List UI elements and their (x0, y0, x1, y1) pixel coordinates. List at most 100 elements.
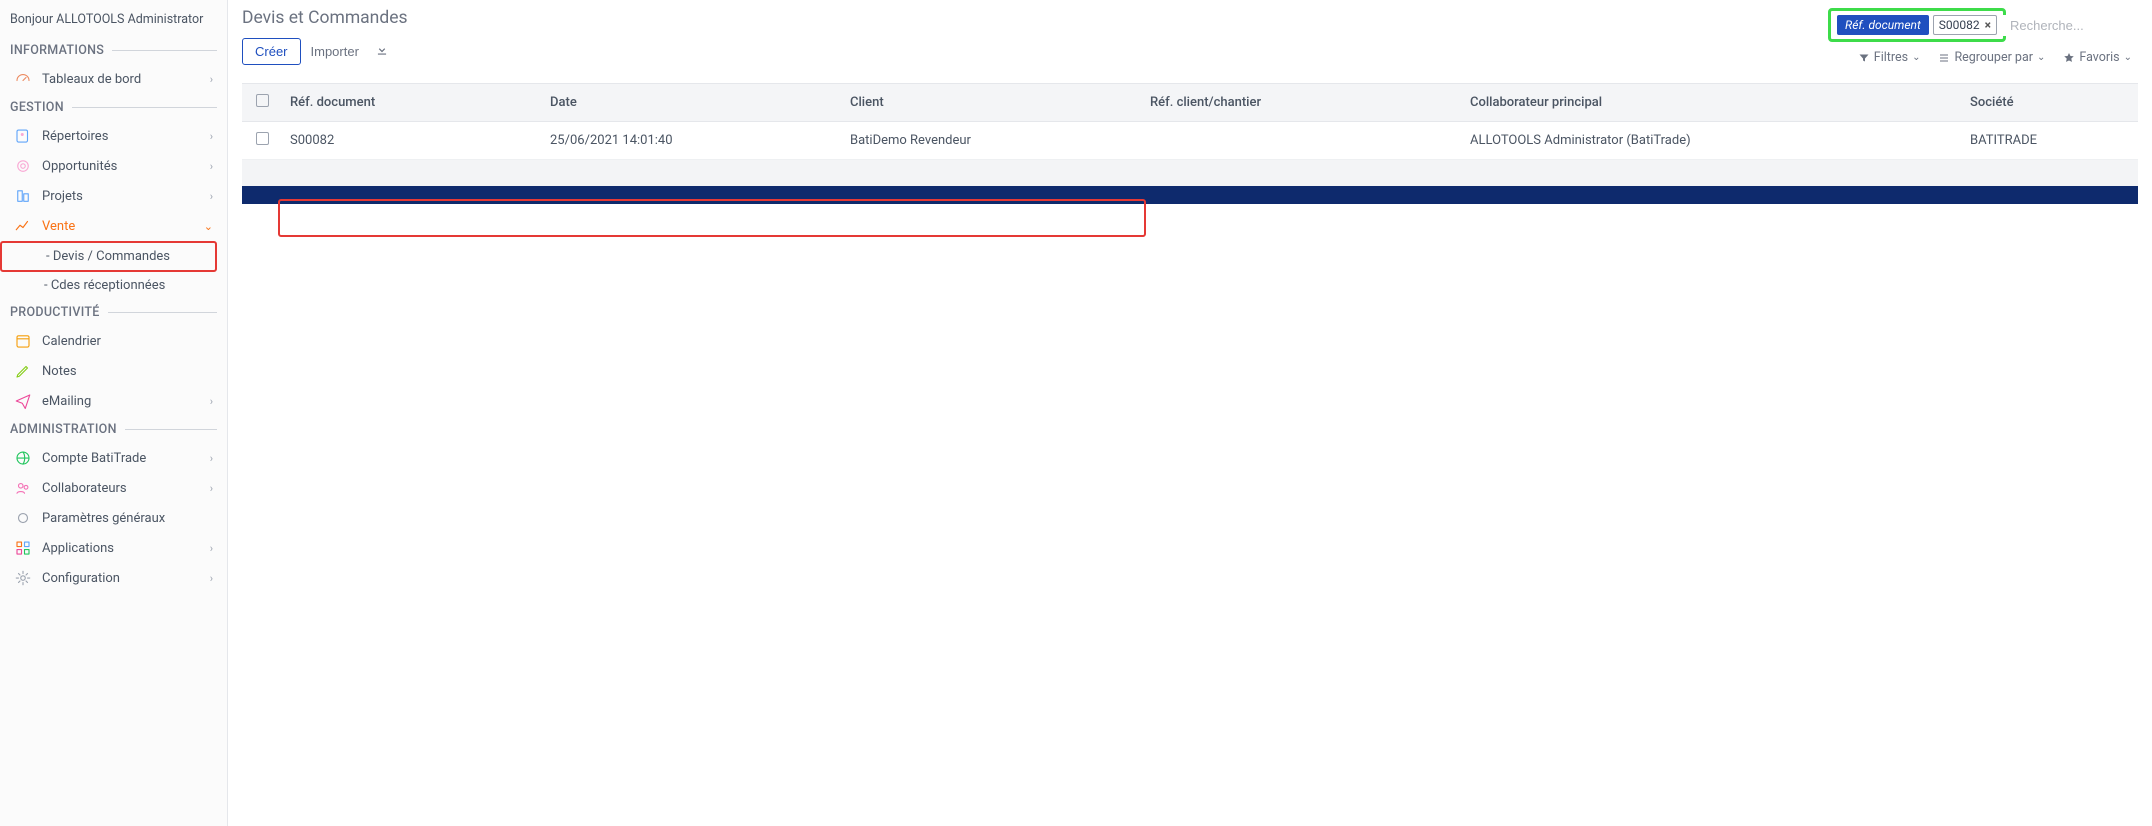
cell-client: BatiDemo Revendeur (842, 122, 1142, 160)
groupby-button[interactable]: Regrouper par ⌄ (1938, 50, 2045, 65)
list-spacer (242, 160, 2138, 186)
sidebar-item-repertoires[interactable]: Répertoires › (0, 121, 227, 151)
chevron-right-icon: › (210, 190, 213, 203)
sidebar-item-label: Vente (42, 219, 194, 234)
download-icon (375, 43, 389, 57)
chevron-right-icon: › (210, 482, 213, 495)
chevron-down-icon: ⌄ (1912, 52, 1920, 63)
pencil-icon (14, 362, 32, 380)
page-title: Devis et Commandes (242, 8, 408, 28)
list-footer-bar (242, 186, 2138, 204)
sidebar-item-label: Paramètres généraux (42, 511, 213, 526)
sidebar-subitem-devis-commandes[interactable]: - Devis / Commandes (0, 241, 217, 272)
cell-date: 25/06/2021 14:01:40 (542, 122, 842, 160)
greeting: Bonjour ALLOTOOLS Administrator (0, 8, 227, 37)
sidebar-item-label: Applications (42, 541, 200, 556)
favorites-button[interactable]: Favoris ⌄ (2063, 50, 2132, 65)
sidebar-item-opportunites[interactable]: Opportunités › (0, 151, 227, 181)
filter-label: Regrouper par (1954, 50, 2033, 65)
topbar-left: Devis et Commandes Créer Importer (242, 8, 408, 65)
col-header-collab[interactable]: Collaborateur principal (1462, 84, 1962, 122)
sidebar-item-calendrier[interactable]: Calendrier (0, 326, 227, 356)
settings-icon (14, 569, 32, 587)
chevron-right-icon: › (210, 130, 213, 143)
search-input[interactable] (1998, 15, 2138, 36)
apps-icon (14, 539, 32, 557)
create-button[interactable]: Créer (242, 38, 301, 65)
main-content: Devis et Commandes Créer Importer Réf. d… (228, 0, 2152, 826)
sidebar-item-label: Collaborateurs (42, 481, 200, 496)
filter-label: Filtres (1874, 50, 1908, 65)
cell-collab: ALLOTOOLS Administrator (BatiTrade) (1462, 122, 1962, 160)
table-header-row: Réf. document Date Client Réf. client/ch… (242, 84, 2138, 122)
globe-icon (14, 449, 32, 467)
funnel-icon (1858, 52, 1870, 64)
sidebar-item-notes[interactable]: Notes (0, 356, 227, 386)
search-filter-value: S00082 (1939, 18, 1980, 32)
chart-icon (14, 217, 32, 235)
section-informations: INFORMATIONS (0, 37, 227, 64)
cell-ref: S00082 (282, 122, 542, 160)
sidebar-item-parametres[interactable]: Paramètres généraux (0, 503, 227, 533)
sidebar-item-label: Projets (42, 189, 200, 204)
star-icon (2063, 52, 2075, 64)
sidebar-item-vente[interactable]: Vente ⌄ (0, 211, 227, 241)
sidebar-item-configuration[interactable]: Configuration › (0, 563, 227, 593)
search-filter-value-chip: S00082 × (1933, 15, 1997, 35)
row-select[interactable] (242, 122, 282, 160)
cell-societe: BATITRADE (1962, 122, 2138, 160)
checkbox-icon[interactable] (256, 132, 269, 145)
sidebar-item-label: eMailing (42, 394, 200, 409)
section-gestion: GESTION (0, 94, 227, 121)
target-icon (14, 157, 32, 175)
section-administration: ADMINISTRATION (0, 416, 227, 443)
sidebar-item-collaborateurs[interactable]: Collaborateurs › (0, 473, 227, 503)
sidebar-item-label: Répertoires (42, 129, 200, 144)
chevron-right-icon: › (210, 572, 213, 585)
import-button[interactable]: Importer (311, 44, 359, 59)
building-icon (14, 187, 32, 205)
row-highlight (278, 199, 1146, 237)
sidebar-item-label: Notes (42, 364, 213, 379)
chevron-right-icon: › (210, 542, 213, 555)
col-header-societe[interactable]: Société (1962, 84, 2138, 122)
topbar: Devis et Commandes Créer Importer Réf. d… (242, 8, 2138, 71)
sidebar-item-tableaux[interactable]: Tableaux de bord › (0, 64, 227, 94)
chevron-right-icon: › (210, 160, 213, 173)
chevron-down-icon: ⌄ (2037, 52, 2045, 63)
sidebar-subitem-cdes-receptionnees[interactable]: - Cdes réceptionnées (0, 272, 227, 299)
cell-ref-client (1142, 122, 1462, 160)
section-productivite: PRODUCTIVITÉ (0, 299, 227, 326)
contacts-icon (14, 127, 32, 145)
sidebar-item-label: Configuration (42, 571, 200, 586)
select-all-header[interactable] (242, 84, 282, 122)
chevron-down-icon: ⌄ (2124, 52, 2132, 63)
sidebar-item-projets[interactable]: Projets › (0, 181, 227, 211)
sidebar-item-emailing[interactable]: eMailing › (0, 386, 227, 416)
table-wrap: Réf. document Date Client Réf. client/ch… (242, 83, 2138, 204)
users-icon (14, 479, 32, 497)
sidebar-item-label: Tableaux de bord (42, 72, 200, 87)
table-row[interactable]: S00082 25/06/2021 14:01:40 BatiDemo Reve… (242, 122, 2138, 160)
col-header-ref[interactable]: Réf. document (282, 84, 542, 122)
col-header-date[interactable]: Date (542, 84, 842, 122)
checkbox-icon[interactable] (256, 94, 269, 107)
col-header-client[interactable]: Client (842, 84, 1142, 122)
topbar-right: Réf. document S00082 × Filtres ⌄ Regroup… (1828, 8, 2138, 71)
dashboard-icon (14, 70, 32, 88)
search-filter-chip: Réf. document S00082 × (1828, 8, 2006, 42)
sidebar-item-label: - Devis / Commandes (46, 249, 170, 264)
chevron-right-icon: › (210, 395, 213, 408)
data-table: Réf. document Date Client Réf. client/ch… (242, 84, 2138, 160)
filters-button[interactable]: Filtres ⌄ (1858, 50, 1921, 65)
filter-label: Favoris (2079, 50, 2119, 65)
download-button[interactable] (369, 39, 395, 64)
action-bar: Créer Importer (242, 38, 408, 65)
list-icon (1938, 52, 1950, 64)
sidebar-item-label: - Cdes réceptionnées (44, 278, 165, 293)
sidebar-item-compte-batitrade[interactable]: Compte BatiTrade › (0, 443, 227, 473)
sidebar-item-label: Compte BatiTrade (42, 451, 200, 466)
sidebar-item-applications[interactable]: Applications › (0, 533, 227, 563)
remove-filter-icon[interactable]: × (1985, 18, 1991, 32)
col-header-ref-client[interactable]: Réf. client/chantier (1142, 84, 1462, 122)
